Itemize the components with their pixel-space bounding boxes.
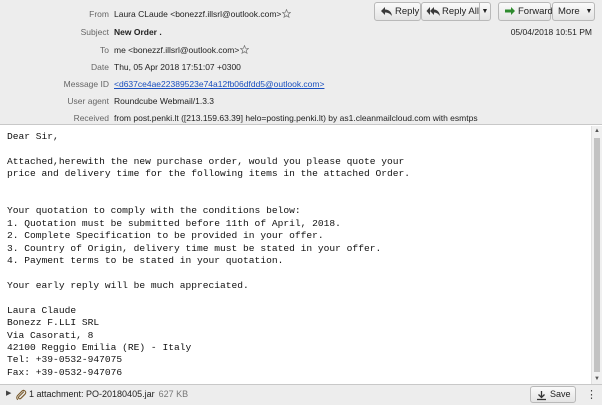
vertical-scrollbar[interactable]: ▲ ▼: [591, 126, 602, 384]
star-icon[interactable]: [239, 44, 250, 58]
more-button[interactable]: More ▼: [552, 2, 595, 21]
message-id-label: Message ID: [63, 79, 109, 89]
from-value[interactable]: Laura CLaude <bonezzf.illsrl@outlook.com…: [114, 7, 292, 22]
scrollbar-thumb[interactable]: [594, 138, 600, 372]
message-id-row: Message ID <d637ce4ae22389523e74a12fb06d…: [0, 77, 600, 91]
paperclip-icon: [15, 389, 27, 403]
subject-row: Subject New Order .: [0, 25, 380, 39]
more-options-icon[interactable]: ⋮: [586, 388, 597, 401]
forward-button[interactable]: Forward: [498, 2, 553, 23]
attachment-bar: ▶ 1 attachment: PO-20180405.jar 627 KB Sa…: [0, 384, 602, 405]
attachment-summary[interactable]: 1 attachment: PO-20180405.jar: [29, 389, 155, 399]
user-agent-value: Roundcube Webmail/1.3.3: [114, 96, 215, 106]
received-row: Received from post.penki.lt ([213.159.63…: [0, 111, 600, 125]
date-value: Thu, 05 Apr 2018 17:51:07 +0300: [114, 62, 241, 72]
message-header: Reply Reply All ▼ Forward More ▼ From La…: [0, 0, 602, 125]
more-label: More: [558, 6, 580, 17]
user-agent-row: User agent Roundcube Webmail/1.3.3: [0, 94, 600, 108]
from-label: From: [89, 9, 109, 19]
reply-all-dropdown-icon[interactable]: ▼: [479, 3, 490, 20]
forward-icon: [504, 6, 516, 23]
from-address[interactable]: Laura CLaude <bonezzf.illsrl@outlook.com…: [114, 9, 281, 19]
date-label: Date: [91, 62, 109, 72]
message-id-link[interactable]: <d637ce4ae22389523e74a12fb06dfdd5@outloo…: [114, 77, 324, 91]
reply-button[interactable]: Reply: [374, 2, 421, 21]
attachment-item[interactable]: 1 attachment: PO-20180405.jar 627 KB: [29, 389, 188, 399]
attachment-toggle-icon[interactable]: ▶: [6, 389, 11, 397]
star-icon[interactable]: [281, 8, 292, 22]
subject-label: Subject: [80, 27, 109, 37]
message-date: 05/04/2018 10:51 PM: [510, 27, 592, 37]
scroll-up-icon[interactable]: ▲: [592, 126, 602, 136]
reply-all-button[interactable]: Reply All ▼: [421, 2, 491, 21]
received-label: Received: [73, 113, 109, 123]
message-body: Dear Sir, Attached,herewith the new purc…: [7, 131, 411, 378]
save-button[interactable]: Save: [530, 386, 576, 403]
to-address[interactable]: me <bonezzf.illsrl@outlook.com>: [114, 45, 239, 55]
to-value[interactable]: me <bonezzf.illsrl@outlook.com>: [114, 43, 250, 58]
received-value: from post.penki.lt ([213.159.63.39] helo…: [114, 113, 478, 123]
date-row: Date Thu, 05 Apr 2018 17:51:07 +0300: [0, 60, 600, 74]
reply-all-icon: [426, 6, 441, 23]
attachment-size: 627 KB: [158, 389, 189, 399]
save-label: Save: [550, 389, 571, 399]
reply-all-label: Reply All: [442, 6, 479, 17]
download-icon: [536, 390, 547, 403]
from-row: From Laura CLaude <bonezzf.illsrl@outloo…: [0, 7, 380, 21]
user-agent-label: User agent: [67, 96, 109, 106]
more-dropdown-icon: ▼: [585, 8, 593, 15]
to-label: To: [100, 45, 109, 55]
subject-value: New Order .: [114, 27, 162, 37]
to-row: To me <bonezzf.illsrl@outlook.com>: [0, 43, 380, 57]
forward-label: Forward: [518, 6, 553, 17]
reply-label: Reply: [395, 6, 420, 17]
scroll-down-icon[interactable]: ▼: [592, 374, 602, 384]
reply-icon: [380, 6, 393, 23]
